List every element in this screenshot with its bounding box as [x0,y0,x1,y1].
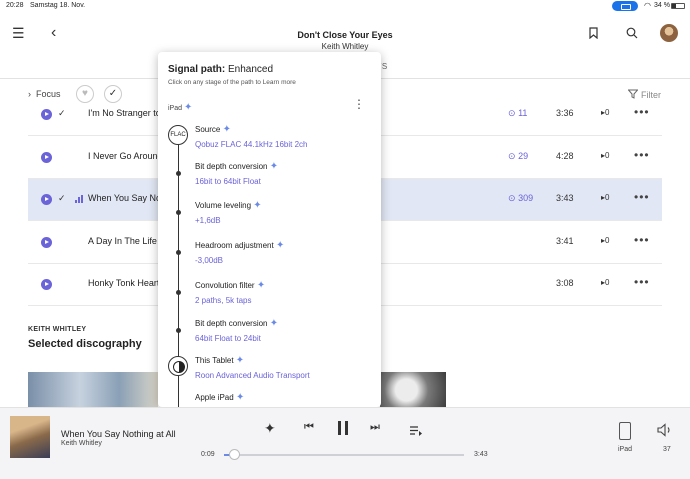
next-icon[interactable]: ⏭ [370,421,380,434]
signal-path-device[interactable]: iPad ✦ [168,102,192,113]
stage-bit-depth-conversion[interactable]: Bit depth conversion ✦ 16bit to 64bit Fl… [195,161,278,186]
battery-percent: 34 % [654,2,670,9]
queue-icon[interactable] [410,423,422,436]
radio-icon: ⊙ [508,108,516,118]
battery-icon [671,3,685,9]
status-time: 20:28 [6,2,24,9]
track-duration: 3:08 [556,278,574,288]
track-name[interactable]: I Never Go Around [88,151,163,161]
track-duration: 3:43 [556,193,574,203]
screen-record-pill [612,1,638,11]
stage-dot [176,250,181,255]
play-icon[interactable] [41,237,52,248]
track-duration: 3:41 [556,236,574,246]
discography-artist: KEITH WHITLEY [28,326,87,333]
stage-dot [176,290,181,295]
track-count: ▸0 [601,278,610,287]
kebab-icon[interactable]: ••• [634,105,650,119]
signal-path-popup: Signal path: Enhanced Click on any stage… [158,52,381,407]
seek-bar[interactable] [224,454,464,456]
volume-level: 37 [663,446,671,453]
now-playing-artist[interactable]: Keith Whitley [61,440,102,447]
avatar[interactable] [660,24,678,42]
track-name[interactable]: A Day In The Life C [88,236,166,246]
track-plays: ⊙ 29 [508,151,529,161]
stage-headroom-adjustment[interactable]: Headroom adjustment ✦ -3,00dB [195,240,284,265]
track-count: ▸0 [601,236,610,245]
previous-icon[interactable]: ⏮ [304,421,314,434]
album-cover[interactable] [28,372,158,408]
sparkle-icon: ✦ [222,124,231,135]
sparkle-icon: ✦ [256,280,266,291]
check-icon: ✓ [58,193,66,203]
track-name[interactable]: Honky Tonk Heart [88,278,159,288]
sparkle-icon: ✦ [253,200,262,211]
discography-title: Selected discography [28,338,142,350]
output-name[interactable]: iPad [618,446,632,453]
play-icon[interactable] [41,279,52,290]
radio-icon: ⊙ [508,193,516,203]
play-icon[interactable] [41,109,52,120]
now-playing-cover[interactable] [10,416,50,458]
sparkle-icon[interactable]: ✦ [264,420,276,437]
sparkle-icon: ✦ [235,355,245,366]
radio-icon: ⊙ [508,151,516,161]
track-duration: 4:28 [556,151,574,161]
bookmark-icon[interactable] [589,26,598,40]
status-bar: 20:28 Samstag 18. Nov. ◠ 34 % [0,0,690,12]
ipad-icon[interactable] [619,422,631,440]
album-cover[interactable] [380,372,446,408]
flac-badge: FLAC [168,125,188,145]
track-name[interactable]: I'm No Stranger to [88,108,161,118]
volume-icon[interactable] [657,423,673,437]
play-icon[interactable] [41,152,52,163]
play-icon[interactable] [41,194,52,205]
menu-icon[interactable]: ☰ [12,25,25,42]
sparkle-icon: ✦ [275,240,285,251]
stage-convolution-filter[interactable]: Convolution filter ✦ 2 paths, 5k taps [195,280,265,305]
kebab-icon[interactable]: ⋮ [353,97,365,111]
stage-dot [176,171,181,176]
stage-dot [176,328,181,333]
kebab-icon[interactable]: ••• [634,275,650,289]
sparkle-icon: ✦ [235,392,245,403]
stage-volume-leveling[interactable]: Volume leveling ✦ +1,6dB [195,200,262,225]
back-icon[interactable]: ‹ [51,24,56,42]
wifi-icon: ◠ [644,1,651,10]
track-plays: ⊙ 11 [508,108,528,118]
stage-apple-ipad[interactable]: Apple iPad ✦ [195,392,244,403]
sparkle-icon: ✦ [269,318,279,329]
search-icon[interactable] [626,26,638,39]
check-icon: ✓ [58,108,66,118]
sparkle-icon: ✦ [269,161,279,172]
signal-path-hint: Click on any stage of the path to Learn … [168,79,296,86]
seek-handle[interactable] [228,449,240,460]
elapsed-time: 0:09 [201,451,215,458]
tablet-icon [168,356,188,376]
stage-bit-depth-conversion-2[interactable]: Bit depth conversion ✦ 64bit Float to 24… [195,318,278,343]
page-subtitle[interactable]: Keith Whitley [200,42,490,51]
track-count: ▸0 [601,151,610,160]
sparkle-icon: ✦ [183,102,193,113]
track-name[interactable]: When You Say Not [88,193,164,203]
status-date: Samstag 18. Nov. [30,2,86,9]
total-time: 3:43 [474,451,488,458]
track-plays: ⊙ 309 [508,193,534,203]
stage-source[interactable]: Source ✦ Qobuz FLAC 44.1kHz 16bit 2ch [195,124,308,149]
kebab-icon[interactable]: ••• [634,190,650,204]
now-playing-title[interactable]: When You Say Nothing at All [61,429,176,439]
stage-this-tablet[interactable]: This Tablet ✦ Roon Advanced Audio Transp… [195,355,310,380]
kebab-icon[interactable]: ••• [634,148,650,162]
pause-icon[interactable] [337,421,349,435]
track-count: ▸0 [601,108,610,117]
track-duration: 3:36 [556,108,574,118]
stage-dot [176,210,181,215]
kebab-icon[interactable]: ••• [634,233,650,247]
player-bar: When You Say Nothing at All Keith Whitle… [0,407,690,479]
now-playing-icon [75,195,83,203]
track-count: ▸0 [601,193,610,202]
signal-path-title: Signal path: Enhanced [168,64,274,75]
page-title: Don't Close Your Eyes [297,30,393,40]
